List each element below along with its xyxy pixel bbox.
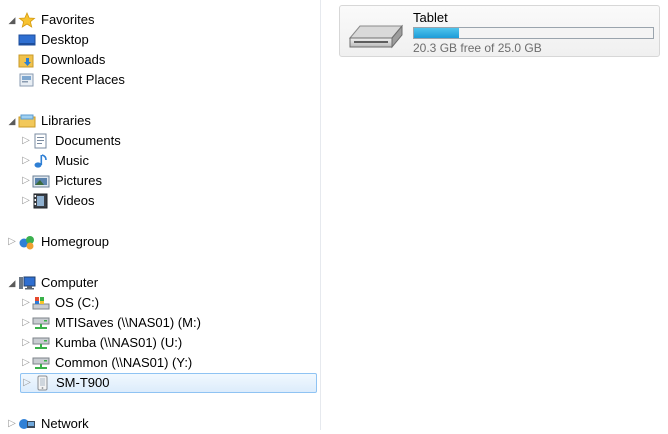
expanded-arrow-icon[interactable]: ◢ — [6, 273, 18, 293]
collapsed-arrow-icon[interactable]: ▷ — [20, 131, 32, 151]
collapsed-arrow-icon[interactable]: ▷ — [6, 232, 18, 252]
nav-item-label: OS (C:) — [55, 295, 100, 310]
nav-item-pictures[interactable]: ▷ Pictures — [20, 171, 102, 191]
nav-item-label: Kumba (\\NAS01) (U:) — [55, 335, 183, 350]
collapsed-arrow-icon[interactable]: ▷ — [20, 313, 32, 333]
star-icon — [18, 12, 36, 28]
collapsed-arrow-icon[interactable]: ▷ — [20, 353, 32, 373]
network-drive-icon — [32, 335, 50, 351]
videos-icon — [32, 193, 50, 209]
portable-device-icon — [33, 375, 51, 391]
device-tile[interactable]: Tablet 20.3 GB free of 25.0 GB — [339, 5, 660, 57]
hard-drive-icon — [32, 295, 50, 311]
music-icon — [32, 153, 50, 169]
capacity-bar-fill — [414, 28, 460, 38]
nav-network-label: Network — [41, 416, 89, 431]
nav-item-kumba-drive[interactable]: ▷ Kumba (\\NAS01) (U:) — [20, 333, 182, 353]
nav-item-label: Documents — [55, 133, 121, 148]
collapsed-arrow-icon[interactable]: ▷ — [20, 151, 32, 171]
nav-item-downloads[interactable]: Downloads — [18, 50, 105, 70]
collapsed-arrow-icon[interactable]: ▷ — [21, 373, 33, 393]
nav-libraries[interactable]: ◢ Libraries — [6, 111, 91, 131]
nav-item-os-drive[interactable]: ▷ OS (C:) — [20, 293, 99, 313]
collapsed-arrow-icon[interactable]: ▷ — [20, 191, 32, 211]
network-drive-icon — [32, 355, 50, 371]
content-pane: Tablet 20.3 GB free of 25.0 GB — [321, 0, 668, 430]
navigation-pane: ◢ Favorites Desktop Downloads Recent Pla… — [0, 0, 321, 431]
collapsed-arrow-icon[interactable]: ▷ — [6, 414, 18, 434]
expanded-arrow-icon[interactable]: ◢ — [6, 10, 18, 30]
pictures-icon — [32, 173, 50, 189]
nav-item-label: Common (\\NAS01) (Y:) — [55, 355, 193, 370]
network-drive-icon — [32, 315, 50, 331]
downloads-folder-icon — [18, 52, 36, 68]
collapsed-arrow-icon[interactable]: ▷ — [20, 171, 32, 191]
nav-item-common-drive[interactable]: ▷ Common (\\NAS01) (Y:) — [20, 353, 192, 373]
capacity-bar — [413, 27, 654, 39]
nav-item-label: Pictures — [55, 173, 102, 188]
nav-item-mtisaves-drive[interactable]: ▷ MTISaves (\\NAS01) (M:) — [20, 313, 201, 333]
libraries-icon — [18, 113, 36, 129]
nav-item-label: Desktop — [41, 32, 89, 47]
nav-item-recent-places[interactable]: Recent Places — [18, 70, 125, 90]
nav-item-sm-t900[interactable]: ▷ SM-T900 — [20, 373, 317, 393]
free-space-text: 20.3 GB free of 25.0 GB — [413, 41, 542, 55]
nav-favorites-label: Favorites — [41, 12, 95, 27]
nav-network[interactable]: ▷ Network — [6, 414, 89, 434]
nav-item-label: Videos — [55, 193, 95, 208]
nav-computer-label: Computer — [41, 275, 99, 290]
nav-libraries-label: Libraries — [41, 113, 91, 128]
device-name: Tablet — [413, 10, 448, 25]
nav-item-videos[interactable]: ▷ Videos — [20, 191, 95, 211]
nav-item-label: Music — [55, 153, 89, 168]
documents-icon — [32, 133, 50, 149]
nav-item-label: SM-T900 — [56, 375, 110, 390]
nav-item-music[interactable]: ▷ Music — [20, 151, 89, 171]
removable-drive-icon — [346, 20, 404, 53]
nav-computer[interactable]: ◢ Computer — [6, 273, 99, 293]
computer-icon — [18, 275, 36, 291]
desktop-icon — [18, 32, 36, 48]
nav-item-desktop[interactable]: Desktop — [18, 30, 89, 50]
nav-homegroup-label: Homegroup — [41, 234, 109, 249]
recent-places-icon — [18, 72, 36, 88]
collapsed-arrow-icon[interactable]: ▷ — [20, 333, 32, 353]
expanded-arrow-icon[interactable]: ◢ — [6, 111, 18, 131]
nav-item-label: MTISaves (\\NAS01) (M:) — [55, 315, 201, 330]
homegroup-icon — [18, 234, 36, 250]
nav-favorites[interactable]: ◢ Favorites — [6, 10, 94, 30]
nav-item-label: Downloads — [41, 52, 106, 67]
collapsed-arrow-icon[interactable]: ▷ — [20, 293, 32, 313]
nav-homegroup[interactable]: ▷ Homegroup — [6, 232, 109, 252]
nav-item-label: Recent Places — [41, 72, 125, 87]
nav-item-documents[interactable]: ▷ Documents — [20, 131, 121, 151]
